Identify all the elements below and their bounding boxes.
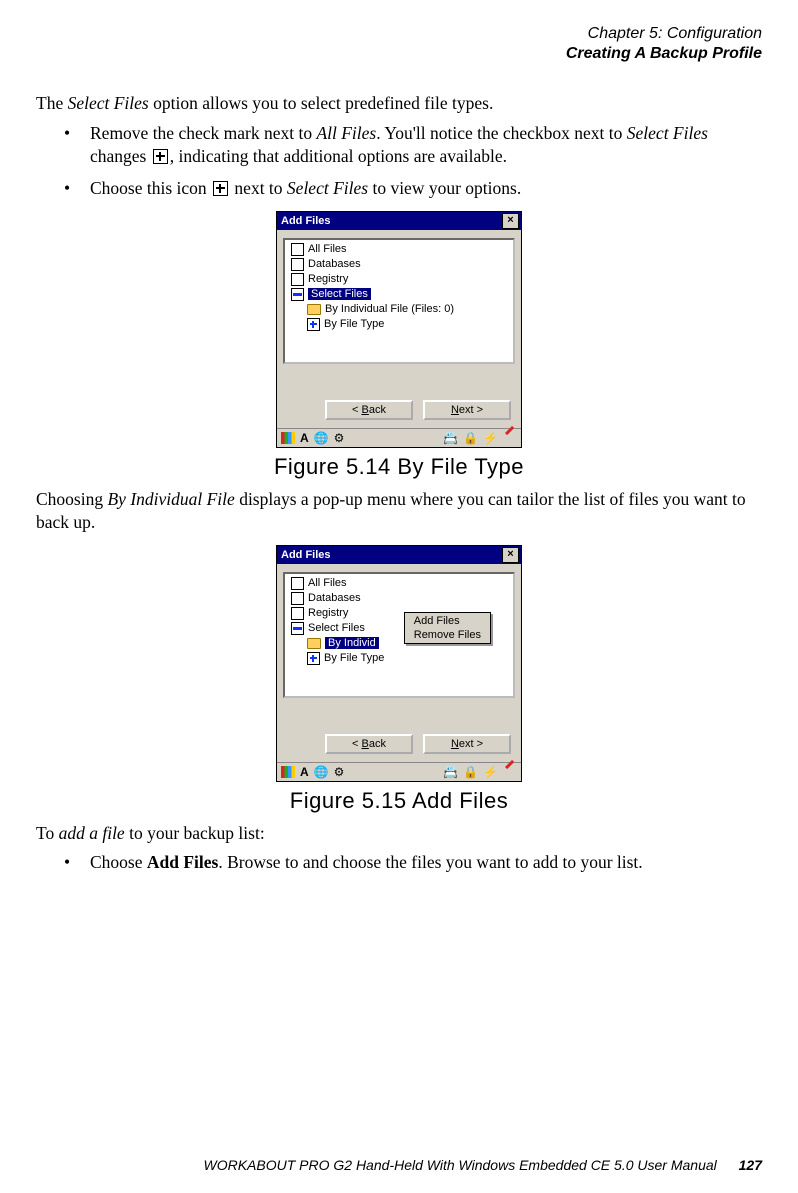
page-header: Chapter 5: Configuration Creating A Back… xyxy=(36,24,762,64)
ime-icon[interactable]: A xyxy=(300,431,309,445)
bolt-icon[interactable]: ⚡ xyxy=(483,765,498,779)
dialog-title: Add Files xyxy=(281,215,502,227)
body-paragraph: Choosing By Individual File displays a p… xyxy=(36,488,762,535)
titlebar[interactable]: Add Files × xyxy=(277,546,521,564)
checkbox-icon[interactable] xyxy=(291,607,304,620)
figure-caption: Figure 5.15 Add Files xyxy=(36,788,762,814)
tree-item-registry[interactable]: Registry xyxy=(291,272,511,287)
folder-icon xyxy=(307,304,321,315)
plus-icon[interactable] xyxy=(307,318,320,331)
start-icon[interactable] xyxy=(281,766,295,778)
bullet-list: Remove the check mark next to All Files.… xyxy=(64,122,762,201)
checkbox-minus-icon[interactable] xyxy=(291,288,304,301)
menu-item-add-files[interactable]: Add Files xyxy=(406,614,489,628)
checkbox-icon[interactable] xyxy=(291,243,304,256)
back-button[interactable]: < Back xyxy=(325,400,413,420)
settings-icon[interactable]: ⚙ xyxy=(334,765,345,779)
tree-item-databases[interactable]: Databases xyxy=(291,591,511,606)
body-paragraph: To add a file to your backup list: xyxy=(36,822,762,846)
tree-item-by-individual[interactable]: By Individual File (Files: 0) xyxy=(291,302,511,317)
figure-caption: Figure 5.14 By File Type xyxy=(36,454,762,480)
tree-item-all-files[interactable]: All Files xyxy=(291,576,511,591)
next-button[interactable]: Next > xyxy=(423,734,511,754)
checkbox-icon[interactable] xyxy=(291,577,304,590)
footer-text: WORKABOUT PRO G2 Hand-Held With Windows … xyxy=(203,1157,716,1173)
context-menu[interactable]: Add Files Remove Files xyxy=(404,612,491,644)
dialog-button-row: < Back Next > xyxy=(277,728,521,762)
page-footer: WORKABOUT PRO G2 Hand-Held With Windows … xyxy=(36,1157,762,1173)
pen-icon[interactable] xyxy=(503,765,517,779)
tree-item-by-file-type[interactable]: By File Type xyxy=(291,317,511,332)
start-icon[interactable] xyxy=(281,432,295,444)
taskbar: A 🌐 ⚙ 📇 🔒 ⚡ xyxy=(277,762,521,781)
plus-icon xyxy=(153,149,168,164)
add-files-dialog: Add Files × All Files Databases Registry… xyxy=(276,211,522,448)
lock-icon[interactable]: 🔒 xyxy=(463,431,478,445)
dialog-button-row: < Back Next > xyxy=(277,394,521,428)
tree-view[interactable]: All Files Databases Registry Select File… xyxy=(283,238,515,364)
tree-item-all-files[interactable]: All Files xyxy=(291,242,511,257)
menu-item-remove-files[interactable]: Remove Files xyxy=(406,628,489,642)
bolt-icon[interactable]: ⚡ xyxy=(483,431,498,445)
page-number: 127 xyxy=(739,1157,762,1173)
folder-icon xyxy=(307,638,321,649)
plus-icon[interactable] xyxy=(307,652,320,665)
tree-item-databases[interactable]: Databases xyxy=(291,257,511,272)
header-chapter: Chapter 5: Configuration xyxy=(36,24,762,44)
plus-icon xyxy=(213,181,228,196)
tree-view[interactable]: All Files Databases Registry Select File… xyxy=(283,572,515,698)
pen-icon[interactable] xyxy=(503,431,517,445)
ime-icon[interactable]: A xyxy=(300,765,309,779)
figure-514: Add Files × All Files Databases Registry… xyxy=(36,211,762,448)
add-files-dialog: Add Files × All Files Databases Registry… xyxy=(276,545,522,782)
tree-item-by-file-type[interactable]: By File Type xyxy=(291,651,511,666)
checkbox-icon[interactable] xyxy=(291,273,304,286)
close-icon[interactable]: × xyxy=(502,547,519,563)
bullet-item: Remove the check mark next to All Files.… xyxy=(64,122,762,169)
taskbar: A 🌐 ⚙ 📇 🔒 ⚡ xyxy=(277,428,521,447)
body-paragraph: The Select Files option allows you to se… xyxy=(36,92,762,116)
figure-515: Add Files × All Files Databases Registry… xyxy=(36,545,762,782)
back-button[interactable]: < Back xyxy=(325,734,413,754)
card-icon[interactable]: 📇 xyxy=(443,431,458,445)
checkbox-icon[interactable] xyxy=(291,592,304,605)
next-button[interactable]: Next > xyxy=(423,400,511,420)
checkbox-icon[interactable] xyxy=(291,258,304,271)
settings-icon[interactable]: ⚙ xyxy=(334,431,345,445)
globe-icon[interactable]: 🌐 xyxy=(314,765,329,779)
bullet-item: Choose Add Files. Browse to and choose t… xyxy=(64,851,762,875)
lock-icon[interactable]: 🔒 xyxy=(463,765,478,779)
bullet-item: Choose this icon next to Select Files to… xyxy=(64,177,762,201)
bullet-list: Choose Add Files. Browse to and choose t… xyxy=(64,851,762,875)
header-section: Creating A Backup Profile xyxy=(36,44,762,64)
globe-icon[interactable]: 🌐 xyxy=(314,431,329,445)
titlebar[interactable]: Add Files × xyxy=(277,212,521,230)
checkbox-minus-icon[interactable] xyxy=(291,622,304,635)
tree-item-select-files[interactable]: Select Files xyxy=(291,287,511,302)
close-icon[interactable]: × xyxy=(502,213,519,229)
dialog-title: Add Files xyxy=(281,549,502,561)
card-icon[interactable]: 📇 xyxy=(443,765,458,779)
